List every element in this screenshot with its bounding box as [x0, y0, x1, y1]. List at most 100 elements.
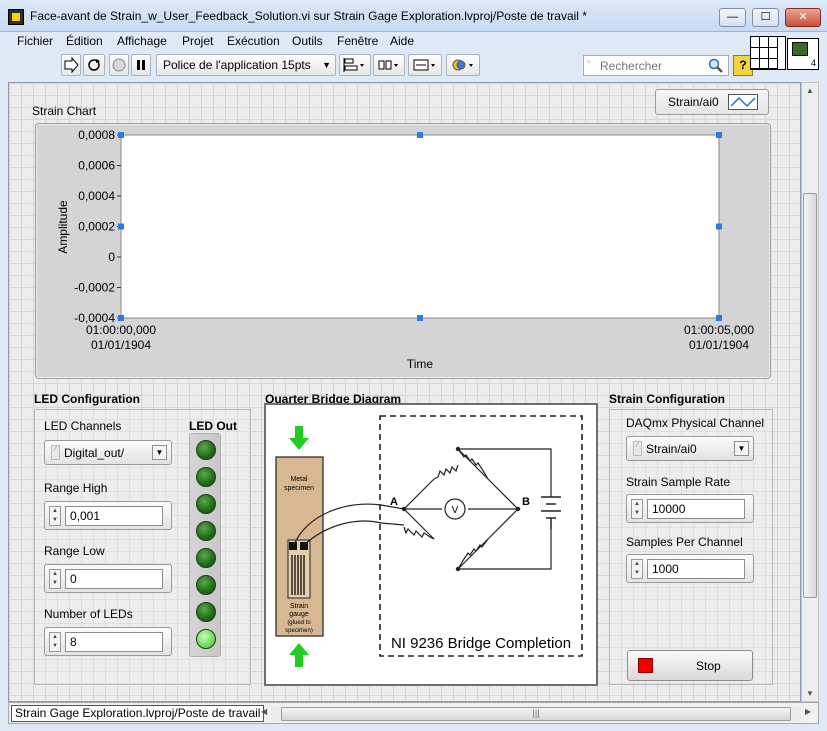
led-channels-control[interactable]: ⁄ Digital_out/ ▼ — [44, 440, 172, 465]
range-high-spinner[interactable]: ▲ ▼ — [49, 506, 61, 526]
specimen-label-1: Metal — [290, 476, 308, 483]
decrement-icon[interactable]: ▼ — [50, 642, 60, 651]
range-high-field[interactable]: 0,001 — [65, 506, 163, 526]
gauge-label-4: specimen) — [285, 628, 313, 634]
distribute-objects-icon[interactable] — [373, 54, 405, 76]
range-high-label: Range High — [44, 481, 108, 495]
horizontal-scrollbar[interactable]: ||| — [271, 707, 801, 721]
led-out-label: LED Out — [189, 419, 237, 433]
menu-view[interactable]: Affichage — [117, 34, 167, 48]
minimize-button[interactable]: — — [719, 8, 746, 27]
resize-handle — [417, 315, 423, 321]
chevron-down-icon[interactable]: ▼ — [734, 441, 749, 456]
led-channels-value: Digital_out/ — [64, 446, 125, 460]
title-bar: Face-avant de Strain_w_User_Feedback_Sol… — [0, 0, 827, 32]
search-input[interactable] — [598, 57, 703, 74]
font-select[interactable]: Police de l'application 15pts ▼ — [156, 54, 336, 76]
num-leds-field[interactable]: 8 — [65, 632, 163, 652]
scroll-right-icon[interactable]: ▶ — [805, 707, 811, 716]
menu-window[interactable]: Fenêtre — [337, 34, 378, 48]
decrement-icon[interactable]: ▼ — [632, 569, 642, 578]
increment-icon[interactable]: ▲ — [632, 560, 642, 569]
plot-legend[interactable]: Strain/ai0 — [655, 89, 769, 115]
samples-per-channel-control[interactable]: ▲ ▼ 1000 — [626, 554, 754, 583]
run-continuously-icon[interactable] — [83, 54, 105, 76]
resistor-4-icon — [403, 526, 435, 540]
menu-file[interactable]: Fichier — [17, 34, 53, 48]
samples-per-channel-spinner[interactable]: ▲ ▼ — [631, 559, 643, 579]
y-tick-label: 0,0008 — [78, 128, 115, 142]
chevron-down-icon[interactable]: ▼ — [152, 445, 167, 460]
align-objects-icon[interactable] — [339, 54, 371, 76]
decrement-icon[interactable]: ▼ — [50, 579, 60, 588]
menu-edit[interactable]: Édition — [66, 34, 103, 48]
strain-chart[interactable]: 0,0008 0,0006 0,0004 0,0002 0 -0,0002 -0,0004 … — [35, 123, 771, 379]
daqmx-channel-label: DAQmx Physical Channel — [626, 416, 765, 430]
resize-objects-icon[interactable] — [408, 54, 442, 76]
stop-button[interactable]: Stop — [627, 650, 753, 681]
menu-project[interactable]: Projet — [182, 34, 213, 48]
horizontal-scroll-thumb[interactable]: ||| — [281, 707, 791, 721]
vertical-scrollbar[interactable]: ▲ ▼ — [801, 82, 819, 702]
range-low-control[interactable]: ▲ ▼ 0 — [44, 564, 172, 593]
menu-tools[interactable]: Outils — [292, 34, 323, 48]
vertical-scroll-thumb[interactable] — [803, 193, 817, 598]
plot-area — [120, 134, 720, 319]
led-config-title: LED Configuration — [34, 392, 140, 406]
scroll-up-icon[interactable]: ▲ — [806, 86, 814, 95]
x-axis: 01:00:00,00001/01/190401:00:05,00001/01/… — [86, 323, 754, 352]
resistor-1-icon — [433, 464, 459, 480]
scroll-left-icon[interactable]: ◀ — [261, 707, 267, 716]
gauge-tab-left — [289, 542, 297, 550]
node-a-label: A — [390, 496, 398, 508]
num-leds-spinner[interactable]: ▲ ▼ — [49, 632, 61, 652]
window-title: Face-avant de Strain_w_User_Feedback_Sol… — [30, 9, 587, 23]
range-low-field[interactable]: 0 — [65, 569, 163, 589]
increment-icon[interactable]: ▲ — [50, 570, 60, 579]
sample-rate-control[interactable]: ▲ ▼ 10000 — [626, 494, 754, 523]
search-icon[interactable] — [708, 58, 724, 74]
menu-help[interactable]: Aide — [390, 34, 414, 48]
resize-handle — [716, 315, 722, 321]
range-low-spinner[interactable]: ▲ ▼ — [49, 569, 61, 589]
menu-operate[interactable]: Exécution — [227, 34, 280, 48]
green-arrow-up-icon — [289, 643, 309, 667]
connector-pane[interactable] — [750, 36, 786, 70]
project-path: Strain Gage Exploration.lvproj/Poste de … — [11, 705, 265, 722]
y-axis: 0,00080,00060,00040,00020-0,0002-0,0004 — [74, 128, 121, 325]
run-arrow-icon[interactable] — [61, 54, 81, 76]
x-tick-label-time: 01:00:05,000 — [684, 323, 754, 337]
increment-icon[interactable]: ▲ — [50, 633, 60, 642]
led-indicator — [196, 521, 216, 541]
gauge-label-2: gauge — [289, 611, 309, 618]
pause-icon[interactable] — [131, 54, 151, 76]
increment-icon[interactable]: ▲ — [50, 507, 60, 516]
y-tick-label: 0,0004 — [78, 189, 115, 203]
daqmx-channel-control[interactable]: ⁄ Strain/ai0 ▼ — [626, 436, 754, 461]
reorder-icon[interactable] — [446, 54, 480, 76]
search-separator: ▫ — [587, 57, 591, 68]
increment-icon[interactable]: ▲ — [632, 500, 642, 509]
led-indicator — [196, 467, 216, 487]
scroll-down-icon[interactable]: ▼ — [806, 689, 814, 698]
samples-per-channel-field[interactable]: 1000 — [647, 559, 745, 579]
y-tick-label: 0 — [108, 250, 115, 264]
close-button[interactable]: ✕ — [785, 8, 821, 27]
x-tick-label-time: 01:00:00,000 — [86, 323, 156, 337]
menu-bar: Fichier Édition Affichage Projet Exécuti… — [8, 33, 748, 51]
led-indicator — [196, 602, 216, 622]
sample-rate-label: Strain Sample Rate — [626, 475, 731, 489]
vi-icon[interactable] — [787, 38, 819, 70]
plot-legend-name: Strain/ai0 — [668, 95, 719, 109]
decrement-icon[interactable]: ▼ — [632, 509, 642, 518]
abort-icon[interactable] — [109, 54, 129, 76]
num-leds-control[interactable]: ▲ ▼ 8 — [44, 627, 172, 656]
search-box[interactable]: ▫ — [583, 55, 729, 76]
sample-rate-spinner[interactable]: ▲ ▼ — [631, 499, 643, 519]
sample-rate-field[interactable]: 10000 — [647, 499, 745, 519]
decrement-icon[interactable]: ▼ — [50, 516, 60, 525]
resize-handle — [716, 223, 722, 230]
stop-button-label: Stop — [696, 659, 721, 673]
maximize-button[interactable]: ☐ — [752, 8, 779, 27]
range-high-control[interactable]: ▲ ▼ 0,001 — [44, 501, 172, 530]
